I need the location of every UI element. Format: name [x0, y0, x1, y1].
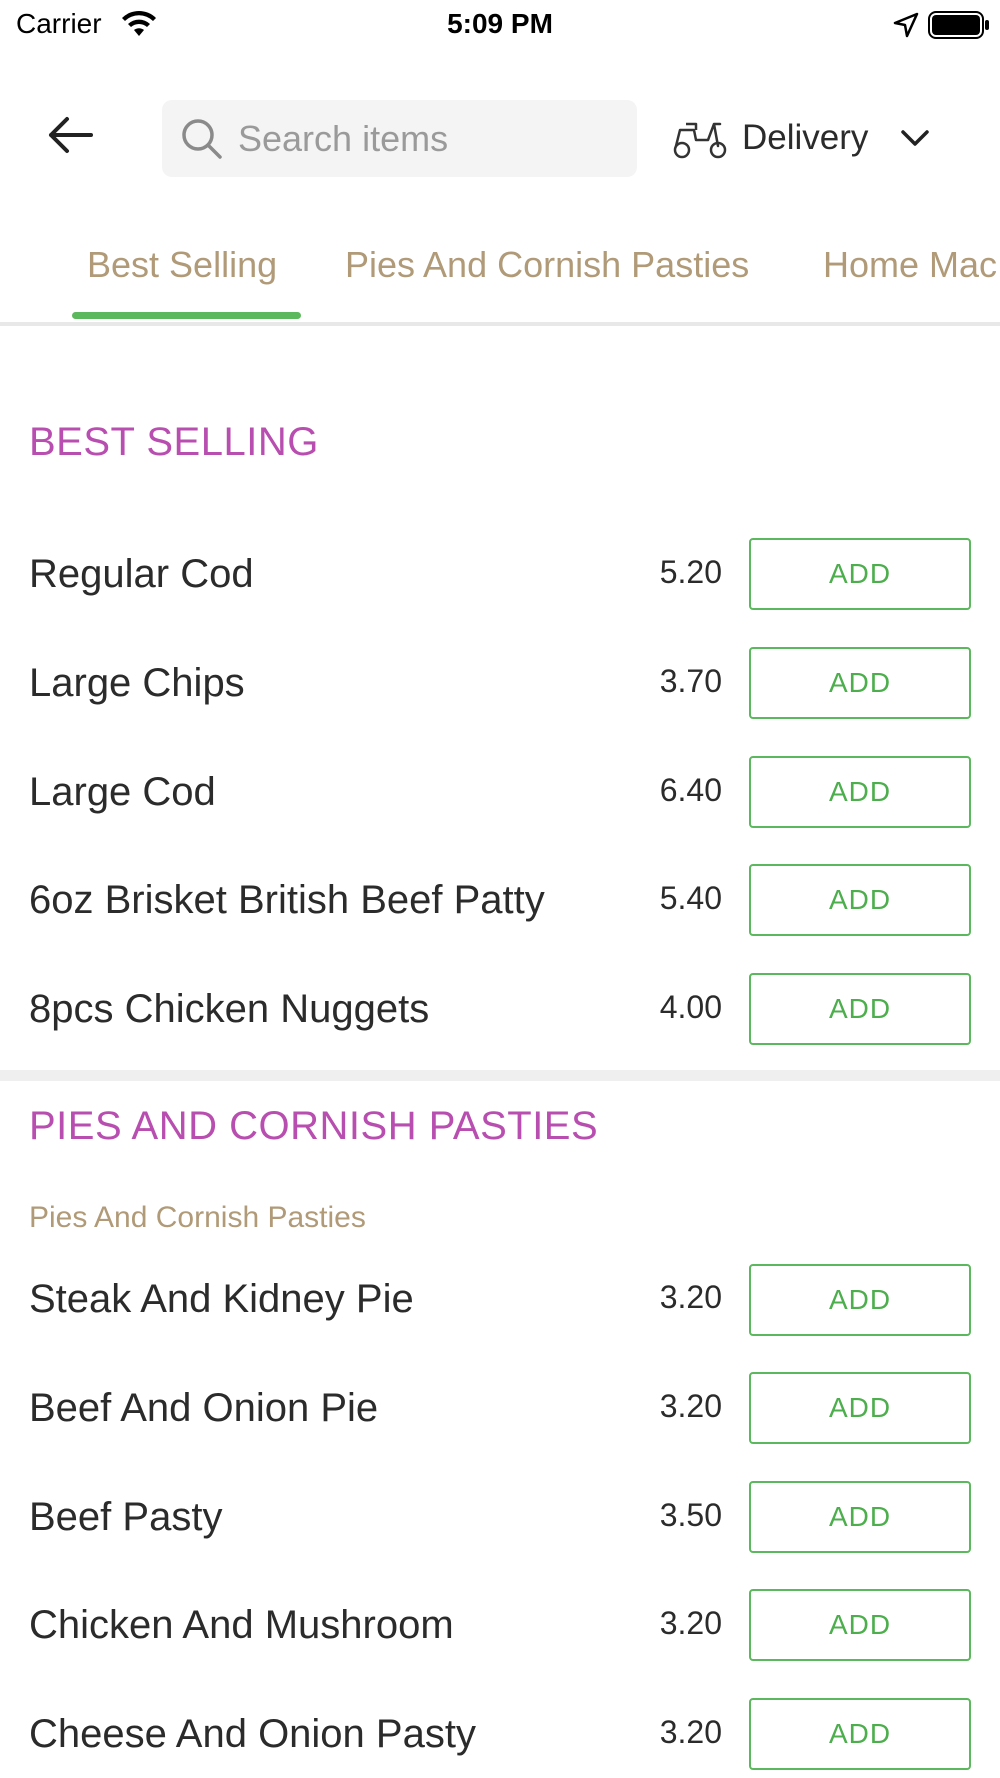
item-name: Steak And Kidney Pie: [29, 1277, 414, 1321]
item-name: Chicken And Mushroom: [29, 1603, 454, 1647]
item-name: Large Cod: [29, 770, 216, 814]
add-button[interactable]: ADD: [749, 1372, 971, 1444]
chevron-down-icon: [901, 130, 930, 146]
add-button[interactable]: ADD: [749, 647, 971, 719]
item-name: 8pcs Chicken Nuggets: [29, 987, 430, 1031]
item-price: 3.20: [659, 1279, 722, 1315]
add-button[interactable]: ADD: [749, 756, 971, 828]
scooter-icon: [673, 122, 727, 159]
tab-home-made[interactable]: Home Mac: [823, 244, 997, 322]
section-title-best-selling: BEST SELLING: [29, 420, 319, 464]
item-price: 5.20: [659, 554, 722, 590]
item-price: 6.40: [659, 772, 722, 808]
add-button[interactable]: ADD: [749, 1698, 971, 1770]
add-button[interactable]: ADD: [749, 1589, 971, 1661]
location-arrow-icon: [893, 12, 919, 38]
item-price: 3.20: [659, 1388, 722, 1424]
item-name: Beef And Onion Pie: [29, 1386, 379, 1430]
active-tab-indicator: [72, 312, 301, 319]
back-arrow-icon: [49, 117, 93, 153]
status-time: 5:09 PM: [447, 8, 553, 39]
section-title-pies-and-cornish-pasties: PIES AND CORNISH PASTIES: [29, 1104, 599, 1148]
add-button[interactable]: ADD: [749, 973, 971, 1045]
item-price: 3.20: [659, 1714, 722, 1750]
back-button[interactable]: [40, 110, 100, 160]
category-tabs: Best Selling Pies And Cornish Pasties Ho…: [0, 240, 1000, 326]
item-price: 3.70: [659, 663, 722, 699]
item-price: 3.20: [659, 1605, 722, 1641]
item-price: 4.00: [659, 989, 722, 1025]
tab-pies-and-cornish-pasties[interactable]: Pies And Cornish Pasties: [345, 244, 749, 322]
item-name: Large Chips: [29, 661, 245, 705]
item-name: Cheese And Onion Pasty: [29, 1712, 476, 1756]
item-price: 5.40: [659, 880, 722, 916]
section-divider: [0, 1070, 1000, 1081]
subcategory-title: Pies And Cornish Pasties: [29, 1201, 366, 1234]
item-price: 3.50: [659, 1497, 722, 1533]
add-button[interactable]: ADD: [749, 1264, 971, 1336]
search-input[interactable]: [238, 100, 628, 177]
item-name: Beef Pasty: [29, 1495, 223, 1539]
item-name: 6oz Brisket British Beef Patty: [29, 878, 545, 922]
search-icon: [182, 119, 222, 159]
add-button[interactable]: ADD: [749, 538, 971, 610]
add-button[interactable]: ADD: [749, 1481, 971, 1553]
search-box[interactable]: [162, 100, 637, 177]
status-bar: Carrier 5:09 PM: [0, 0, 1000, 50]
delivery-mode-dropdown[interactable]: Delivery: [672, 108, 972, 168]
item-name: Regular Cod: [29, 552, 254, 596]
add-button[interactable]: ADD: [749, 864, 971, 936]
battery-icon: [928, 11, 989, 39]
delivery-label: Delivery: [742, 118, 869, 157]
top-header: Delivery: [0, 90, 1000, 180]
